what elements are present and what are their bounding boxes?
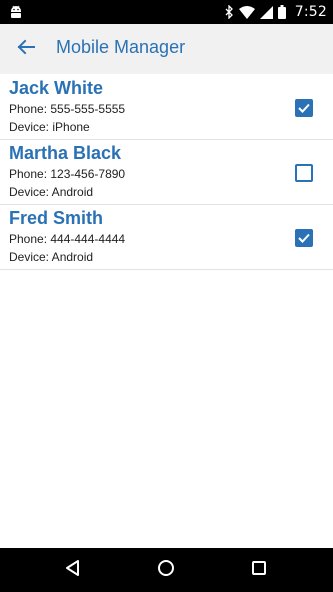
contact-row[interactable]: Fred Smith Phone: 444-444-4444 Device: A… — [0, 205, 333, 270]
app-bar: Mobile Manager — [0, 24, 333, 74]
contact-device: Device: iPhone — [9, 120, 90, 134]
nav-home-button[interactable] — [155, 559, 177, 581]
wifi-icon — [238, 5, 255, 19]
contact-name: Fred Smith — [9, 208, 104, 228]
contact-phone: Phone: 555-555-5555 — [9, 102, 126, 116]
page-title: Mobile Manager — [56, 37, 186, 57]
contact-device: Device: Android — [9, 185, 94, 199]
navigation-bar — [0, 548, 333, 592]
contact-checkbox[interactable] — [295, 164, 313, 182]
back-triangle-icon — [64, 559, 82, 581]
signal-icon — [259, 5, 273, 19]
contact-device: Device: Android — [9, 250, 94, 264]
android-icon — [9, 4, 23, 20]
status-bar: 7:52 — [0, 0, 333, 24]
home-circle-icon — [157, 559, 175, 581]
contact-list: Jack White Phone: 555-555-5555 Device: i… — [0, 75, 333, 270]
contact-name: Martha Black — [9, 143, 122, 163]
bluetooth-icon — [224, 5, 234, 19]
status-clock: 7:52 — [294, 4, 327, 20]
contact-phone: Phone: 444-444-4444 — [9, 232, 126, 246]
nav-recents-button[interactable] — [248, 559, 270, 581]
battery-icon — [277, 5, 286, 19]
status-icons: 7:52 — [224, 0, 327, 24]
contact-row[interactable]: Martha Black Phone: 123-456-7890 Device:… — [0, 140, 333, 205]
recents-square-icon — [251, 560, 267, 580]
contact-row[interactable]: Jack White Phone: 555-555-5555 Device: i… — [0, 75, 333, 140]
back-button[interactable] — [12, 36, 40, 62]
contact-phone: Phone: 123-456-7890 — [9, 167, 126, 181]
contact-checkbox[interactable] — [295, 99, 313, 117]
contact-name: Jack White — [9, 78, 104, 98]
nav-back-button[interactable] — [62, 559, 84, 581]
contact-checkbox[interactable] — [295, 229, 313, 247]
arrow-back-icon — [17, 39, 35, 59]
